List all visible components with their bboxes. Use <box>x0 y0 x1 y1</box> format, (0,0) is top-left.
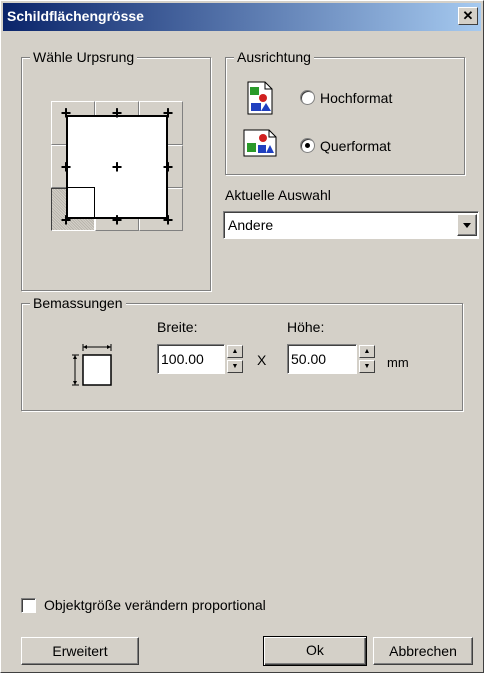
plus-icon: + <box>162 210 174 230</box>
ok-button[interactable]: Ok <box>263 636 367 666</box>
close-button[interactable]: ✕ <box>458 7 478 25</box>
plus-icon: + <box>111 103 123 123</box>
plus-icon: + <box>60 157 72 177</box>
dropdown-button[interactable] <box>457 214 477 236</box>
radio-selected-dot <box>305 143 310 148</box>
cancel-button-label: Abbrechen <box>389 643 457 659</box>
title-bar[interactable]: Schildflächengrösse ✕ <box>3 3 481 31</box>
unit-label: mm <box>387 355 409 370</box>
advanced-button-label: Erweitert <box>52 643 108 659</box>
width-input[interactable]: 100.00 <box>157 344 225 374</box>
height-spin-down-button[interactable]: ▼ <box>359 360 375 373</box>
height-label: Höhe: <box>287 319 325 335</box>
chevron-down-icon <box>463 223 471 228</box>
height-value: 50.00 <box>291 351 327 367</box>
dimensions-group-label: Bemassungen <box>30 295 126 311</box>
close-icon: ✕ <box>462 8 474 23</box>
plus-icon: + <box>162 157 174 177</box>
landscape-page-icon <box>243 129 277 157</box>
proportional-checkbox[interactable] <box>21 598 36 613</box>
height-spinner[interactable]: ▲ ▼ <box>359 344 375 374</box>
dimension-icon <box>71 341 115 389</box>
height-input[interactable]: 50.00 <box>287 344 357 374</box>
selection-dropdown[interactable]: Andere <box>223 211 479 239</box>
orientation-group-label: Ausrichtung <box>234 49 314 65</box>
origin-grid: + + + + + + + + + <box>51 101 183 231</box>
cancel-button[interactable]: Abbrechen <box>373 637 473 665</box>
portrait-label[interactable]: Hochformat <box>320 90 392 106</box>
width-spin-down-button[interactable]: ▼ <box>227 360 243 373</box>
selection-value: Andere <box>228 217 274 233</box>
width-spin-up-button[interactable]: ▲ <box>227 345 243 358</box>
portrait-page-icon <box>247 81 273 115</box>
selection-label: Aktuelle Auswahl <box>225 187 331 203</box>
origin-marker-line <box>68 187 94 188</box>
ok-button-label: Ok <box>306 642 324 658</box>
plus-icon: + <box>111 157 123 177</box>
dialog-window: Schildflächengrösse ✕ Wähle Urpsrung + +… <box>0 0 484 673</box>
origin-marker-line <box>94 187 95 217</box>
proportional-label[interactable]: Objektgröße verändern proportional <box>44 597 266 613</box>
height-spin-up-button[interactable]: ▲ <box>359 345 375 358</box>
width-value: 100.00 <box>161 351 204 367</box>
orientation-group: Ausrichtung <box>225 49 465 175</box>
origin-group-label: Wähle Urpsrung <box>30 49 138 65</box>
portrait-radio[interactable] <box>300 90 315 105</box>
plus-icon: + <box>60 210 72 230</box>
times-sign: X <box>257 352 267 368</box>
plus-icon: + <box>60 103 72 123</box>
width-label: Breite: <box>157 319 198 335</box>
width-spinner[interactable]: ▲ ▼ <box>227 344 243 374</box>
window-title: Schildflächengrösse <box>7 8 144 24</box>
landscape-label[interactable]: Querformat <box>320 138 391 154</box>
plus-icon: + <box>111 210 123 230</box>
plus-icon: + <box>162 103 174 123</box>
advanced-button[interactable]: Erweitert <box>21 637 139 665</box>
landscape-radio[interactable] <box>300 138 315 153</box>
